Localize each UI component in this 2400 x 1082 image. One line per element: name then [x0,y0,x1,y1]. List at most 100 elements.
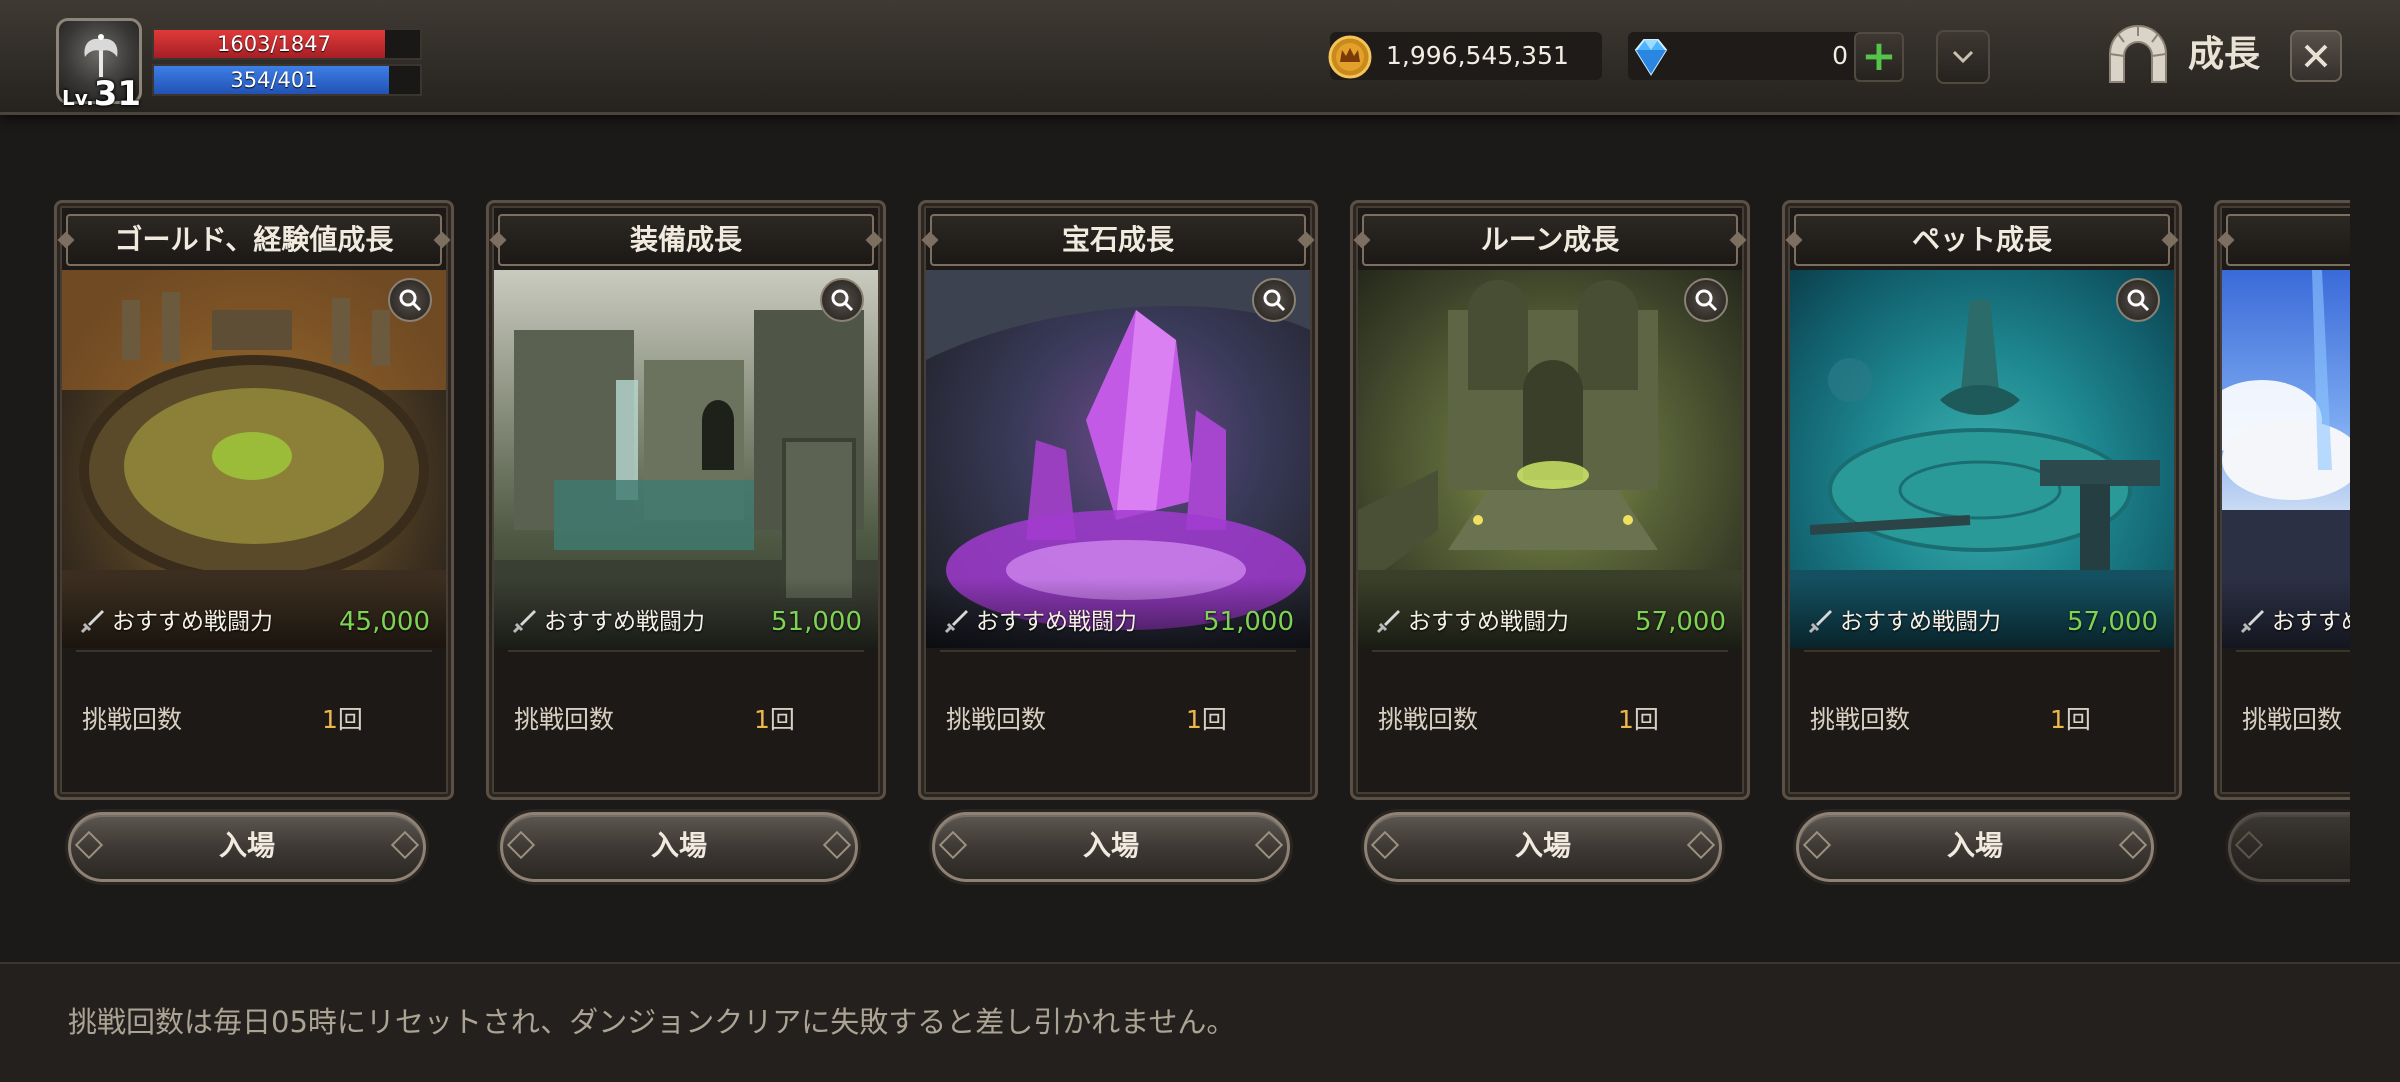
enter-button-label: 入場 [650,829,707,862]
dungeon-card-partial[interactable]: おすすめ 挑戦回数 [2214,200,2350,882]
dungeon-art-underwater[interactable] [1790,270,2174,648]
hp-text: 1603/1847 [217,32,331,56]
plus-icon: + [1861,31,1897,80]
card-title-ribbon: ゴールド、経験値成長 [57,214,451,266]
magnifier-icon [399,289,422,312]
enter-button[interactable]: 入場 [1796,812,2154,882]
divider [508,650,864,652]
dungeon-card-list[interactable]: ゴールド、経験値成長 おすすめ戦闘力 45,000 挑戦回数 1回 入場 装備成… [54,200,2350,900]
expand-currency-button[interactable] [1936,30,1990,84]
tries-label: 挑戦回数 [82,705,183,734]
tries-count: 1 [754,705,770,734]
tries-value: 1回 [322,700,363,740]
zoom-button[interactable] [820,278,864,322]
enter-button-label: 入場 [1946,829,2003,862]
card-title-ribbon [2217,214,2350,266]
power-label: おすすめ [2272,609,2350,635]
power-label: おすすめ戦闘力 [1840,609,2001,635]
dungeon-art-ruins[interactable] [494,270,878,648]
tries-unit: 回 [769,705,795,734]
recommended-power: おすすめ戦闘力 51,000 [512,604,862,640]
reset-notice: 挑戦回数は毎日05時にリセットされ、ダンジョンクリアに失敗すると差し引かれません… [68,1005,1236,1039]
power-value: 45,000 [339,607,430,637]
sword-icon [1376,610,1400,634]
enter-button[interactable]: 入場 [932,812,1290,882]
enter-button[interactable] [2228,812,2350,882]
dungeon-art-temple[interactable] [1358,270,1742,648]
tries-label: 挑戦回数 [514,705,615,734]
power-value: 51,000 [771,607,862,637]
close-button[interactable] [2290,30,2342,82]
enter-button[interactable]: 入場 [500,812,858,882]
crown-coin-icon [1328,35,1372,79]
tries-label: 挑戦回数 [2242,705,2343,734]
power-label: おすすめ戦闘力 [1408,609,1569,635]
tries-unit: 回 [1633,705,1659,734]
gem-amount: 0 [1832,41,1848,70]
gold-amount: 1,996,545,351 [1386,41,1569,70]
card-title-ribbon: 装備成長 [489,214,883,266]
enter-button-label: 入場 [218,829,275,862]
divider [76,650,432,652]
power-label: おすすめ戦闘力 [544,609,705,635]
card-title: ゴールド、経験値成長 [114,223,394,256]
power-value: 51,000 [1203,607,1294,637]
level-prefix: Lv. [62,86,94,110]
tries-label: 挑戦回数 [946,705,1047,734]
dungeon-card-gold-exp[interactable]: ゴールド、経験値成長 おすすめ戦闘力 45,000 挑戦回数 1回 入場 [54,200,454,882]
recommended-power: おすすめ戦闘力 57,000 [1376,604,1726,640]
recommended-power: おすすめ戦闘力 51,000 [944,604,1294,640]
tries-label: 挑戦回数 [1810,705,1911,734]
enter-button-label: 入場 [1082,829,1139,862]
card-title-ribbon: 宝石成長 [921,214,1315,266]
footer-bar: 挑戦回数は毎日05時にリセットされ、ダンジョンクリアに失敗すると差し引かれません… [0,962,2400,1082]
chevron-down-icon [1952,50,1974,64]
player-level: Lv.31 [62,74,141,114]
dungeon-art-arena[interactable] [62,270,446,648]
dungeon-art-crystal[interactable] [926,270,1310,648]
tries-unit: 回 [337,705,363,734]
sword-icon [512,610,536,634]
zoom-button[interactable] [1252,278,1296,322]
enter-button[interactable]: 入場 [68,812,426,882]
power-label: おすすめ戦闘力 [976,609,1137,635]
hp-bar: 1603/1847 [152,28,422,60]
tries-value: 1回 [1186,700,1227,740]
magnifier-icon [1263,289,1286,312]
sword-icon [1808,610,1832,634]
dungeon-card-equipment[interactable]: 装備成長 おすすめ戦闘力 51,000 挑戦回数 1回 入場 [486,200,886,882]
battle-axe-icon [84,34,118,77]
tries-count: 1 [1618,705,1634,734]
sword-icon [80,610,104,634]
tries-count: 1 [1186,705,1202,734]
zoom-button[interactable] [1684,278,1728,322]
tries-count: 1 [2050,705,2066,734]
zoom-button[interactable] [2116,278,2160,322]
card-title: 装備成長 [629,223,742,256]
stone-gate-icon [2109,25,2167,83]
card-title-ribbon: ペット成長 [1785,214,2179,266]
magnifier-icon [2127,289,2150,312]
card-title: ペット成長 [1911,223,2052,256]
power-value: 57,000 [1635,607,1726,637]
top-bar: Lv.31 1603/1847 354/401 1,996,545,351 0 … [0,0,2400,115]
dungeon-card-gem[interactable]: 宝石成長 おすすめ戦闘力 51,000 挑戦回数 1回 入場 [918,200,1318,882]
level-number: 31 [93,74,142,114]
recommended-power: おすすめ戦闘力 45,000 [80,604,430,640]
power-value: 57,000 [2067,607,2158,637]
enter-button[interactable]: 入場 [1364,812,1722,882]
divider [1804,650,2160,652]
dungeon-card-pet[interactable]: ペット成長 おすすめ戦闘力 57,000 挑戦回数 1回 入場 [1782,200,2182,882]
page-title: 成長 [2188,34,2261,75]
magnifier-icon [1695,289,1718,312]
dungeon-art-sky[interactable] [2222,270,2350,648]
mp-bar: 354/401 [152,64,422,96]
divider [940,650,1296,652]
add-gems-button[interactable]: + [1854,32,1904,82]
tries-unit: 回 [2065,705,2091,734]
zoom-button[interactable] [388,278,432,322]
divider [2236,650,2350,652]
enter-button-label: 入場 [1514,829,1571,862]
dungeon-card-rune[interactable]: ルーン成長 おすすめ戦闘力 57,000 挑戦回数 1回 入場 [1350,200,1750,882]
card-title: 宝石成長 [1061,223,1174,256]
